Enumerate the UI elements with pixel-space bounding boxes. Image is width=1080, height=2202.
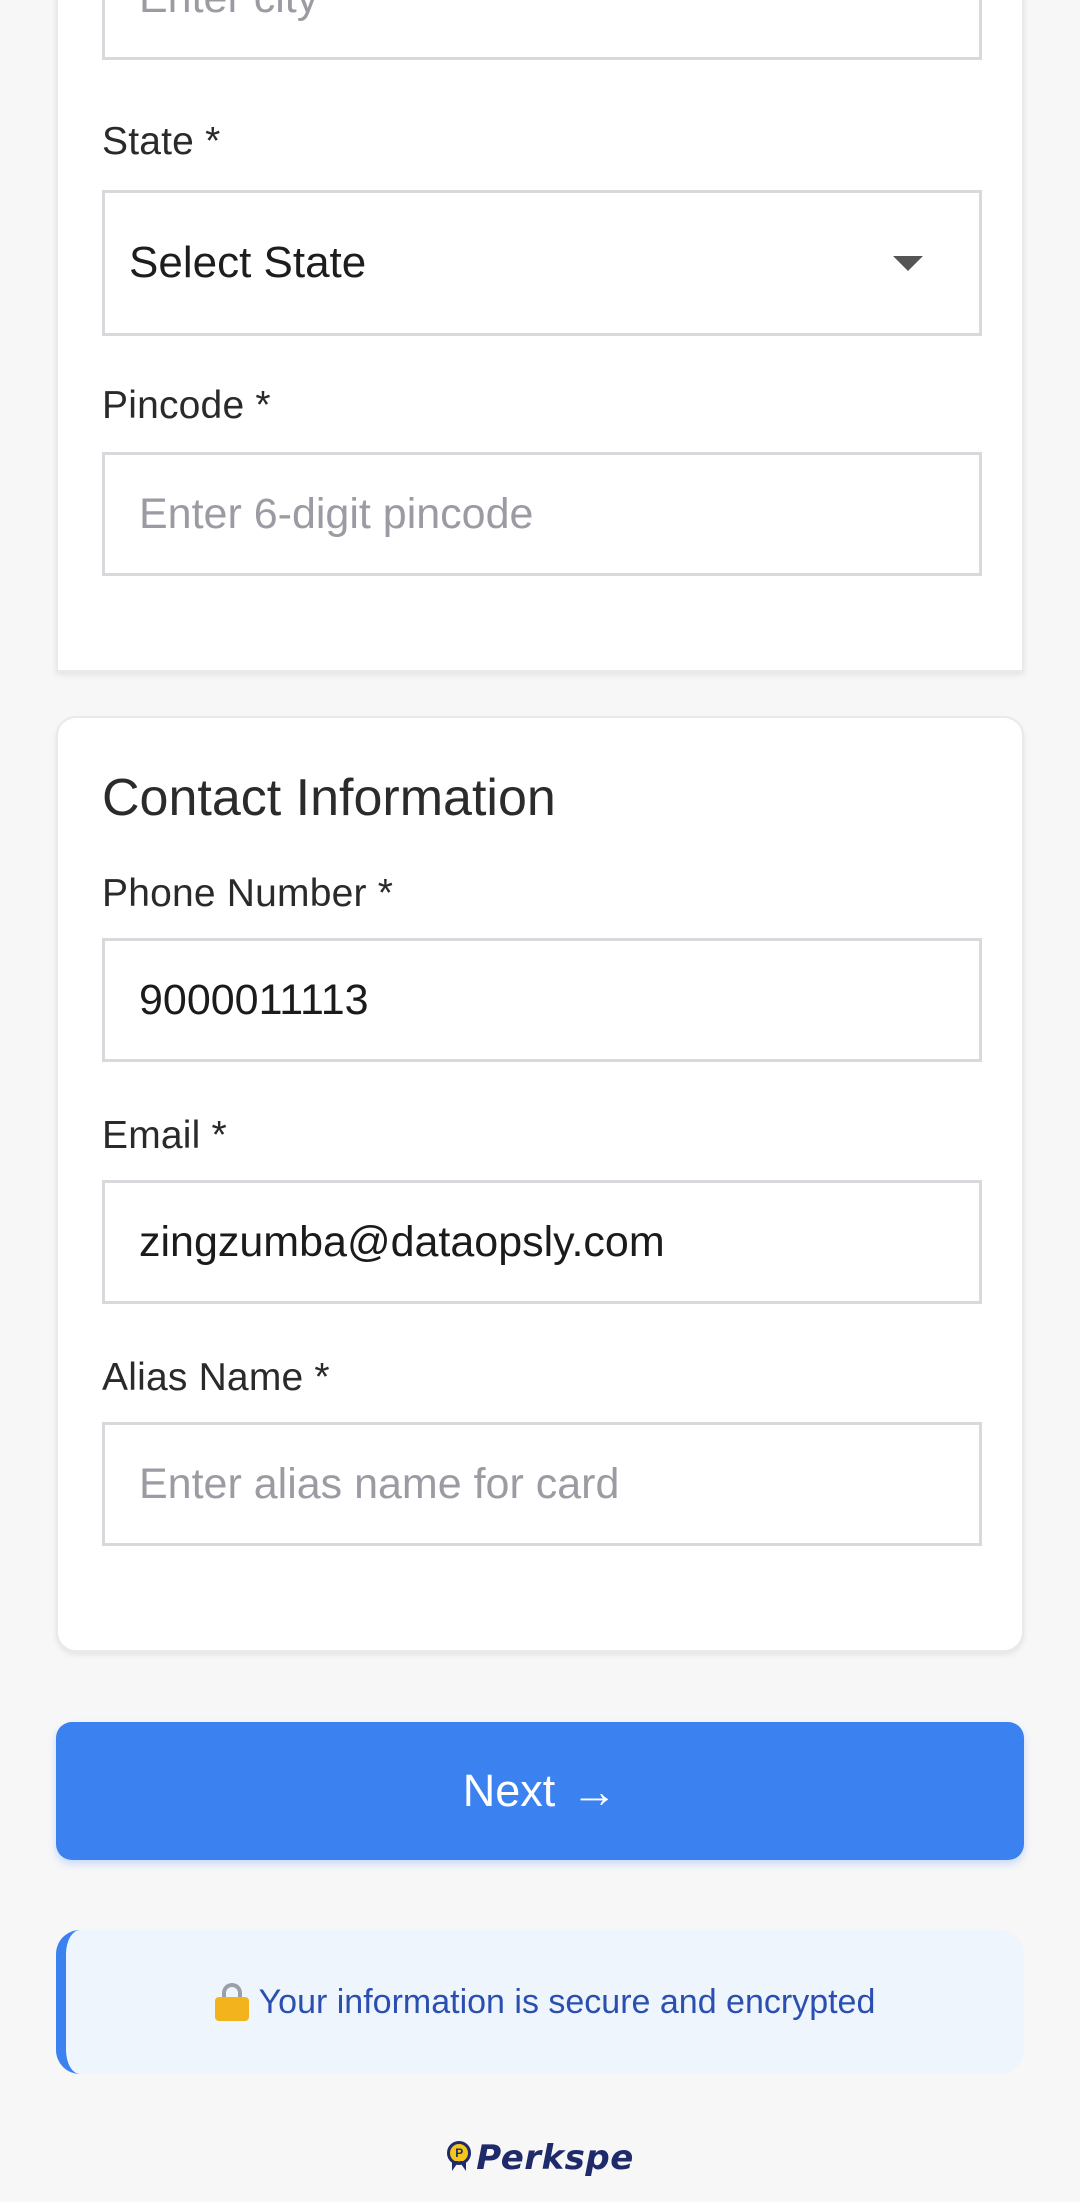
security-note-text: Your information is secure and encrypted bbox=[258, 1982, 876, 2021]
phone-value: 9000011113 bbox=[139, 975, 369, 1024]
alias-placeholder: Enter alias name for card bbox=[139, 1459, 620, 1508]
alias-label: Alias Name * bbox=[102, 1356, 330, 1399]
pincode-input[interactable]: Enter 6-digit pincode bbox=[102, 452, 982, 576]
pincode-label: Pincode * bbox=[102, 384, 271, 427]
city-placeholder: Enter city bbox=[139, 0, 318, 23]
next-button-label: Next bbox=[462, 1765, 556, 1816]
email-value: zingzumba@dataopsly.com bbox=[139, 1217, 665, 1266]
contact-card: Contact Information Phone Number * 90000… bbox=[56, 716, 1024, 1652]
arrow-right-icon: → bbox=[571, 1765, 618, 1817]
chevron-down-icon bbox=[893, 255, 923, 271]
alias-input[interactable]: Enter alias name for card bbox=[102, 1422, 982, 1546]
contact-section-title: Contact Information bbox=[102, 769, 556, 827]
state-select-value: Select State bbox=[129, 238, 367, 287]
phone-input[interactable]: 9000011113 bbox=[102, 938, 982, 1062]
security-note: Your information is secure and encrypted bbox=[56, 1930, 1024, 2074]
email-label: Email * bbox=[102, 1114, 227, 1157]
state-select[interactable]: Select State bbox=[102, 190, 982, 336]
city-input[interactable]: Enter city bbox=[102, 0, 982, 60]
lock-icon bbox=[214, 1983, 249, 2021]
address-card: Enter city State * Select State Pincode … bbox=[56, 0, 1024, 672]
next-button[interactable]: Next → bbox=[56, 1722, 1024, 1860]
perkspe-logo-icon: P bbox=[446, 2141, 472, 2175]
state-label: State * bbox=[102, 120, 221, 163]
pincode-placeholder: Enter 6-digit pincode bbox=[139, 489, 534, 538]
phone-label: Phone Number * bbox=[102, 872, 394, 915]
page: Enter city State * Select State Pincode … bbox=[0, 0, 1080, 2202]
brand-name: Perkspe bbox=[476, 2138, 634, 2178]
email-input[interactable]: zingzumba@dataopsly.com bbox=[102, 1180, 982, 1304]
brand-logo: P Perkspe bbox=[0, 2138, 1080, 2178]
